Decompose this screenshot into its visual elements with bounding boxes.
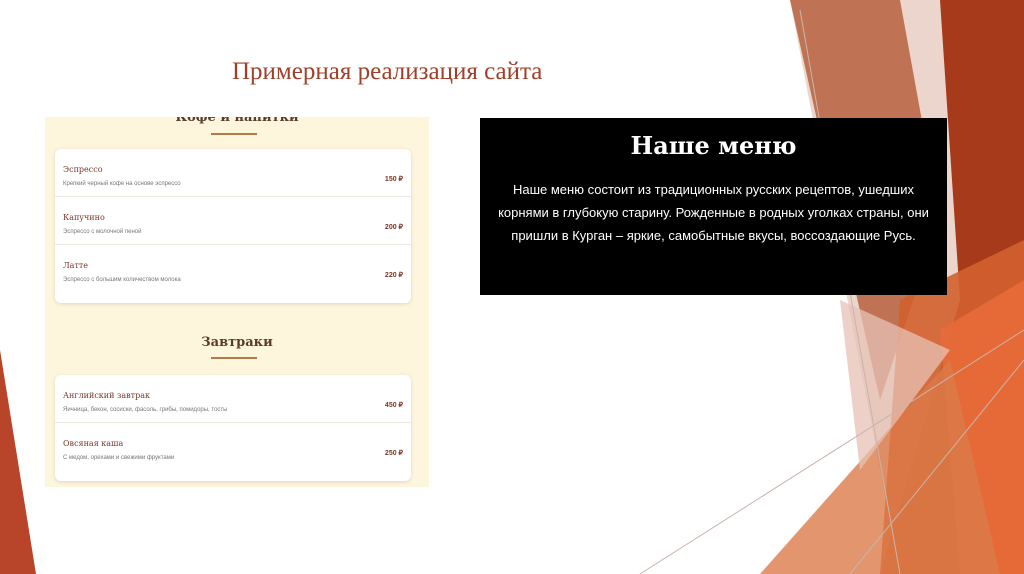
item-description: С медом, орехами и свежими фруктами [63, 455, 175, 461]
menu-description: Наше меню состоит из традиционных русски… [498, 182, 929, 243]
left-red-stripe [0, 350, 36, 574]
item-price: 450 ₽ [384, 402, 403, 409]
menu-item[interactable]: Овсяная каша С медом, орехами и свежими … [55, 423, 411, 471]
item-name: Овсяная каша [63, 439, 124, 448]
item-description: Эспрессо с молочной пеной [63, 229, 142, 235]
menu-item[interactable]: Капучино Эспрессо с молочной пеной 200 ₽ [55, 197, 411, 245]
category-title-drinks: Кофе и напитки [175, 117, 299, 125]
item-price: 200 ₽ [384, 224, 403, 231]
menu-info-panel: Наше меню Наше меню состоит из традицион… [480, 118, 947, 295]
menu-item[interactable]: Эспрессо Крепкий черный кофе на основе э… [55, 149, 411, 197]
website-screenshot: Кофе и напитки Эспрессо Крепкий черный к… [45, 117, 429, 487]
menu-item[interactable]: Латте Эспрессо с большим количеством мол… [55, 245, 411, 293]
menu-item[interactable]: Английский завтрак Яичница, бекон, сосис… [55, 375, 411, 423]
item-name: Эспрессо [63, 165, 103, 174]
item-name: Капучино [63, 213, 105, 222]
item-price: 150 ₽ [384, 176, 403, 183]
category-underline [211, 357, 257, 359]
item-price: 220 ₽ [384, 272, 403, 279]
menu-heading: Наше меню [630, 131, 797, 160]
item-price: 250 ₽ [384, 450, 403, 457]
menu-card-breakfast: Английский завтрак Яичница, бекон, сосис… [55, 375, 411, 481]
item-description: Крепкий черный кофе на основе эспрессо [63, 181, 181, 187]
menu-card-drinks: Эспрессо Крепкий черный кофе на основе э… [55, 149, 411, 303]
slide-title: Примерная реализация сайта [232, 58, 543, 85]
category-title-breakfast: Завтраки [201, 335, 273, 350]
item-description: Яичница, бекон, сосиски, фасоль, грибы, … [63, 407, 228, 413]
category-underline [211, 133, 257, 135]
item-name: Латте [63, 261, 89, 270]
item-name: Английский завтрак [63, 391, 150, 400]
item-description: Эспрессо с большим количеством молока [63, 277, 181, 283]
